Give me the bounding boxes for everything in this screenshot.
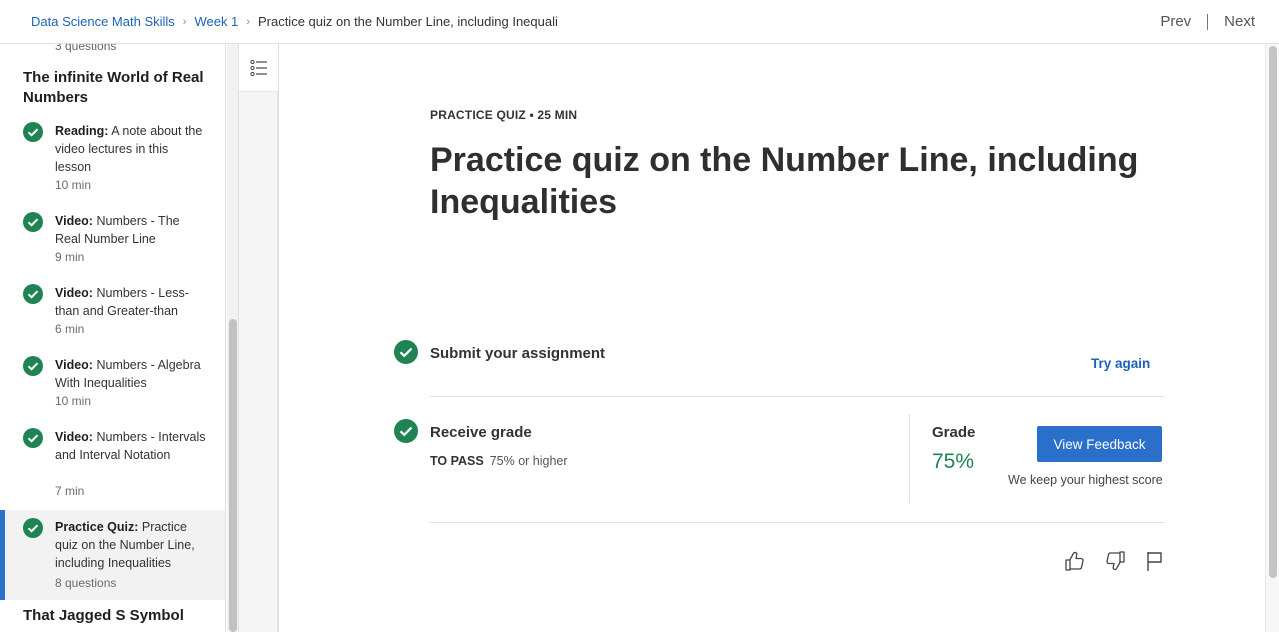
chevron-right-icon: › [182, 15, 187, 28]
try-again-link[interactable]: Try again [1091, 356, 1150, 371]
feedback-actions [1064, 550, 1166, 572]
grade-label: Grade [932, 424, 976, 441]
check-circle-icon [23, 356, 43, 376]
submit-assignment-label: Submit your assignment [430, 345, 606, 362]
grade-value: 75% [932, 450, 975, 473]
sidebar-scrollbar[interactable] [227, 44, 239, 632]
section-title: That Jagged S Symbol [23, 607, 184, 624]
chevron-right-icon: › [246, 15, 250, 28]
highest-score-note: We keep your highest score [1008, 473, 1163, 487]
item-meta: 10 min [55, 394, 92, 408]
item-type: Reading: [55, 124, 109, 138]
list-icon [249, 59, 267, 76]
sidebar-item-video[interactable]: Video: Numbers - Intervals and Interval … [0, 428, 225, 504]
nav-divider [1207, 13, 1209, 30]
prev-next-nav: Prev Next [1160, 13, 1255, 30]
item-meta: 9 min [55, 250, 85, 264]
page-title: Practice quiz on the Number Line, includ… [430, 141, 1139, 221]
item-meta: 7 min [55, 484, 85, 498]
sidebar-scrollbar-thumb[interactable] [229, 319, 237, 632]
to-pass-value: 75% or higher [489, 454, 568, 468]
check-circle-icon [23, 428, 43, 448]
thumbs-up-icon[interactable] [1064, 550, 1086, 572]
toc-toggle-button[interactable] [239, 44, 278, 92]
previous-item-meta: 3 questions [55, 44, 117, 53]
check-circle-icon [394, 340, 418, 364]
item-meta: 6 min [55, 322, 85, 336]
check-circle-icon [23, 122, 43, 142]
quiz-eyebrow: PRACTICE QUIZ • 25 MIN [430, 108, 578, 122]
check-circle-icon [23, 284, 43, 304]
item-type: Practice Quiz: [55, 520, 139, 534]
main-scrollbar[interactable] [1265, 44, 1279, 632]
check-circle-icon [23, 212, 43, 232]
breadcrumb-current: Practice quiz on the Number Line, includ… [257, 14, 558, 29]
item-meta: 8 questions [55, 576, 117, 590]
view-feedback-button[interactable]: View Feedback [1037, 426, 1162, 462]
item-type: Video: [55, 286, 93, 300]
item-type: Video: [55, 430, 93, 444]
breadcrumb-course-link[interactable]: Data Science Math Skills [31, 14, 175, 29]
top-bar: Data Science Math Skills › Week 1 › Prac… [0, 0, 1279, 44]
check-circle-icon [23, 518, 43, 538]
prev-button[interactable]: Prev [1160, 13, 1191, 30]
sidebar-item-reading[interactable]: Reading: A note about the video lectures… [0, 122, 225, 198]
sidebar-item-video[interactable]: Video: Numbers - Algebra With Inequaliti… [0, 356, 225, 414]
receive-grade-label: Receive grade [430, 424, 532, 441]
item-type: Video: [55, 214, 93, 228]
vertical-divider [909, 414, 910, 503]
divider [430, 522, 1165, 523]
sidebar-item-video[interactable]: Video: Numbers - The Real Number Line 9 … [0, 212, 225, 270]
divider [430, 396, 1165, 397]
next-button[interactable]: Next [1224, 13, 1255, 30]
item-type: Video: [55, 358, 93, 372]
toc-rail [239, 44, 279, 632]
to-pass-label: TO PASS [430, 454, 484, 468]
sidebar-item-video[interactable]: Video: Numbers - Less-than and Greater-t… [0, 284, 225, 342]
breadcrumb-week-link[interactable]: Week 1 [194, 14, 238, 29]
pass-requirement: TO PASS 75% or higher [430, 454, 568, 468]
sidebar-item-practice-quiz[interactable]: Practice Quiz: Practice quiz on the Numb… [0, 510, 225, 600]
main-scrollbar-thumb[interactable] [1269, 46, 1277, 578]
item-meta: 10 min [55, 178, 92, 192]
section-title: The infinite World of Real Numbers [23, 69, 204, 106]
check-circle-icon [394, 419, 418, 443]
course-sidebar: 3 questions The infinite World of Real N… [0, 44, 226, 632]
thumbs-down-icon[interactable] [1104, 550, 1126, 572]
breadcrumb: Data Science Math Skills › Week 1 › Prac… [31, 14, 558, 29]
flag-icon[interactable] [1144, 550, 1166, 572]
